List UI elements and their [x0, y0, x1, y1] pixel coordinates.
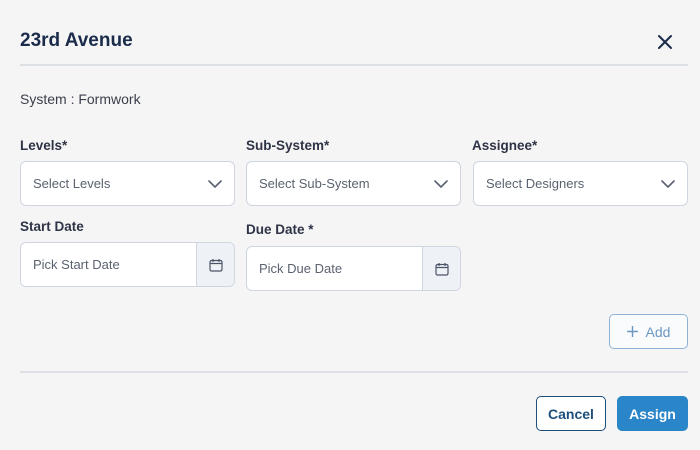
footer-divider — [20, 371, 688, 373]
subsystem-label: Sub-System* — [246, 138, 330, 153]
add-button[interactable]: Add — [609, 314, 688, 349]
assign-button[interactable]: Assign — [617, 396, 688, 431]
due-date-label: Due Date * — [246, 222, 314, 237]
levels-select[interactable]: Select Levels — [20, 161, 235, 206]
assignee-label: Assignee* — [472, 138, 538, 153]
chevron-down-icon — [661, 180, 675, 188]
assign-modal: 23rd Avenue System : Formwork Levels* Se… — [0, 0, 700, 450]
cancel-button[interactable]: Cancel — [536, 396, 606, 431]
modal-title: 23rd Avenue — [20, 30, 133, 51]
calendar-icon — [434, 262, 449, 276]
system-label: System : Formwork — [20, 91, 141, 107]
subsystem-placeholder: Select Sub-System — [259, 176, 370, 191]
start-date-field[interactable]: Pick Start Date — [20, 242, 235, 287]
start-date-label: Start Date — [20, 219, 84, 234]
levels-label: Levels* — [20, 138, 68, 153]
chevron-down-icon — [208, 180, 222, 188]
plus-icon — [626, 326, 638, 337]
due-date-placeholder: Pick Due Date — [259, 261, 343, 276]
assignee-select[interactable]: Select Designers — [473, 161, 688, 206]
levels-placeholder: Select Levels — [33, 176, 111, 191]
assignee-placeholder: Select Designers — [486, 176, 585, 191]
subsystem-select[interactable]: Select Sub-System — [246, 161, 461, 206]
header-divider — [20, 64, 688, 66]
calendar-icon — [208, 258, 223, 272]
due-date-field[interactable]: Pick Due Date — [246, 246, 461, 291]
add-button-label: Add — [645, 323, 671, 340]
close-icon[interactable] — [654, 31, 676, 53]
start-date-placeholder: Pick Start Date — [33, 257, 120, 272]
chevron-down-icon — [434, 180, 448, 188]
due-date-calendar-button[interactable] — [422, 247, 460, 290]
start-date-calendar-button[interactable] — [196, 243, 234, 286]
